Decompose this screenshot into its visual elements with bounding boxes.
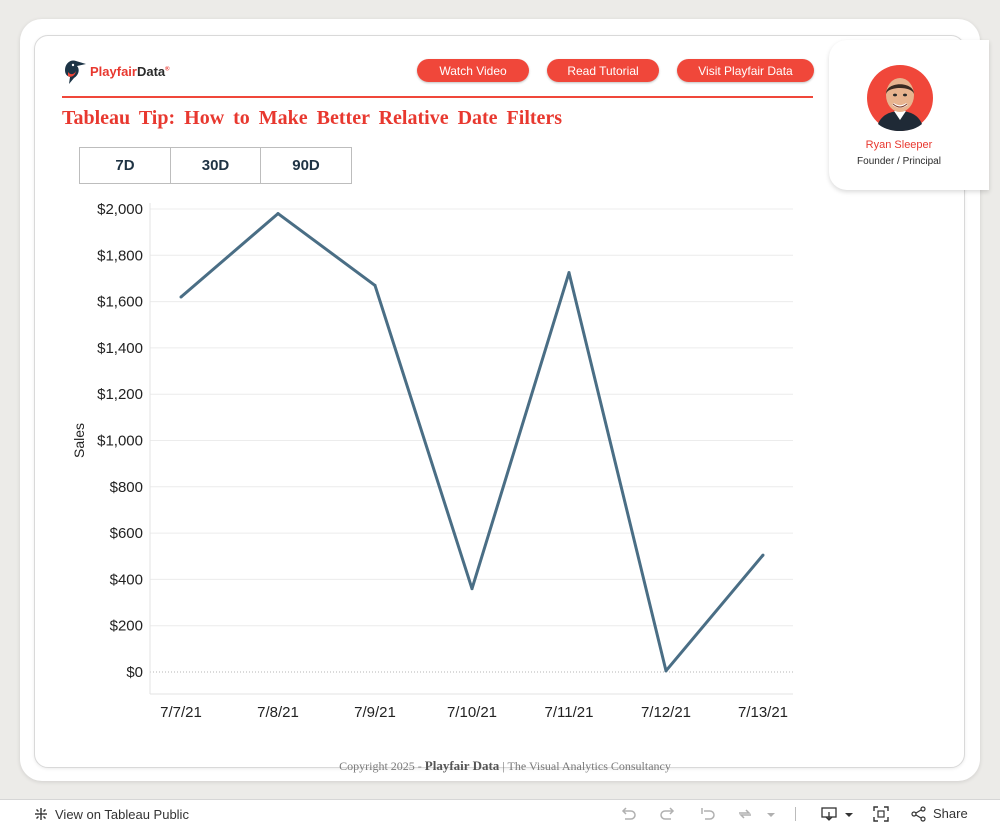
refresh-icon[interactable]	[736, 805, 754, 823]
author-name: Ryan Sleeper	[865, 139, 933, 151]
view-on-tableau-public-label: View on Tableau Public	[55, 806, 189, 822]
x-tick-label: 7/11/21	[545, 704, 594, 721]
read-tutorial-button[interactable]: Read Tutorial	[547, 59, 659, 82]
chevron-down-icon[interactable]	[762, 805, 780, 823]
x-tick-label: 7/13/21	[738, 704, 788, 721]
y-tick-label: $1,000	[97, 433, 143, 450]
data-point[interactable]	[567, 271, 571, 275]
author-avatar[interactable]	[866, 64, 934, 132]
kingfisher-bird-icon	[65, 60, 86, 84]
undo-icon[interactable]	[619, 805, 637, 823]
filter-7d-button[interactable]: 7D	[79, 147, 171, 184]
watch-video-button[interactable]: Watch Video	[417, 59, 529, 82]
author-card	[829, 40, 989, 190]
sales-series-line[interactable]	[180, 212, 765, 673]
page-title: Tableau Tip: How to Make Better Relative…	[62, 107, 563, 129]
chart-gridlines	[149, 203, 793, 695]
y-tick-label: $1,800	[97, 247, 143, 264]
x-tick-label: 7/12/21	[641, 704, 691, 721]
y-axis-tick-labels: $0 $200 $400 $600 $800 $1,000 $1,200 $1,400 $1,6…	[97, 201, 143, 681]
y-tick-label: $2,000	[97, 201, 143, 218]
data-point[interactable]	[179, 295, 183, 299]
share-icon[interactable]	[910, 805, 928, 823]
visit-playfair-data-button[interactable]: Visit Playfair Data	[677, 59, 814, 82]
footer-tagline: The Visual Analytics Consultancy	[507, 759, 671, 773]
footer: Copyright 2025 - Playfair Data | The Vis…	[0, 758, 1000, 774]
y-tick-label: $400	[110, 571, 143, 588]
filter-90d-button[interactable]: 90D	[260, 147, 352, 184]
download-chevron-down-icon[interactable]	[840, 805, 858, 823]
author-role: Founder / Principal	[857, 156, 941, 167]
header-divider	[62, 96, 813, 98]
x-tick-label: 7/10/21	[447, 704, 497, 721]
x-tick-label: 7/9/21	[354, 704, 396, 721]
x-tick-label: 7/7/21	[160, 704, 202, 721]
sales-line-chart[interactable]: $0 $200 $400 $600 $800 $1,000 $1,200 $1,400 $1,6…	[60, 195, 810, 725]
y-tick-label: $800	[110, 479, 143, 496]
y-tick-label: $1,200	[97, 386, 143, 403]
y-tick-label: $200	[110, 618, 143, 635]
data-point[interactable]	[761, 553, 765, 557]
y-tick-label: $1,400	[97, 340, 143, 357]
data-point[interactable]	[470, 587, 474, 591]
redo-icon[interactable]	[659, 805, 677, 823]
y-axis-title: Sales	[71, 423, 87, 458]
playfair-logo[interactable]: PlayfairData®	[62, 57, 170, 85]
footer-copyright: Copyright 2025 -	[339, 759, 422, 773]
tableau-toolbar: View on Tableau Public Share	[0, 799, 1000, 827]
revert-icon[interactable]	[698, 805, 716, 823]
filter-30d-button[interactable]: 30D	[170, 147, 261, 184]
logo-wordmark: PlayfairData®	[90, 63, 170, 79]
sales-series-points	[179, 212, 765, 673]
fullscreen-icon[interactable]	[872, 805, 890, 823]
footer-separator: |	[502, 759, 505, 773]
y-tick-label: $0	[126, 664, 143, 681]
download-icon[interactable]	[820, 805, 838, 823]
toolbar-separator	[795, 807, 796, 821]
data-point[interactable]	[373, 283, 377, 287]
tableau-logo-icon	[35, 808, 47, 820]
x-axis-tick-labels: 7/7/21 7/8/21 7/9/21 7/10/21 7/11/21 7/12/21 7…	[160, 704, 788, 721]
footer-brand[interactable]: Playfair Data	[425, 758, 500, 773]
data-point[interactable]	[664, 669, 668, 673]
y-tick-label: $1,600	[97, 294, 143, 311]
view-on-tableau-public-link[interactable]: View on Tableau Public	[33, 806, 189, 822]
share-button-label[interactable]: Share	[933, 806, 968, 821]
y-tick-label: $600	[110, 525, 143, 542]
x-tick-label: 7/8/21	[257, 704, 299, 721]
data-point[interactable]	[276, 212, 280, 216]
